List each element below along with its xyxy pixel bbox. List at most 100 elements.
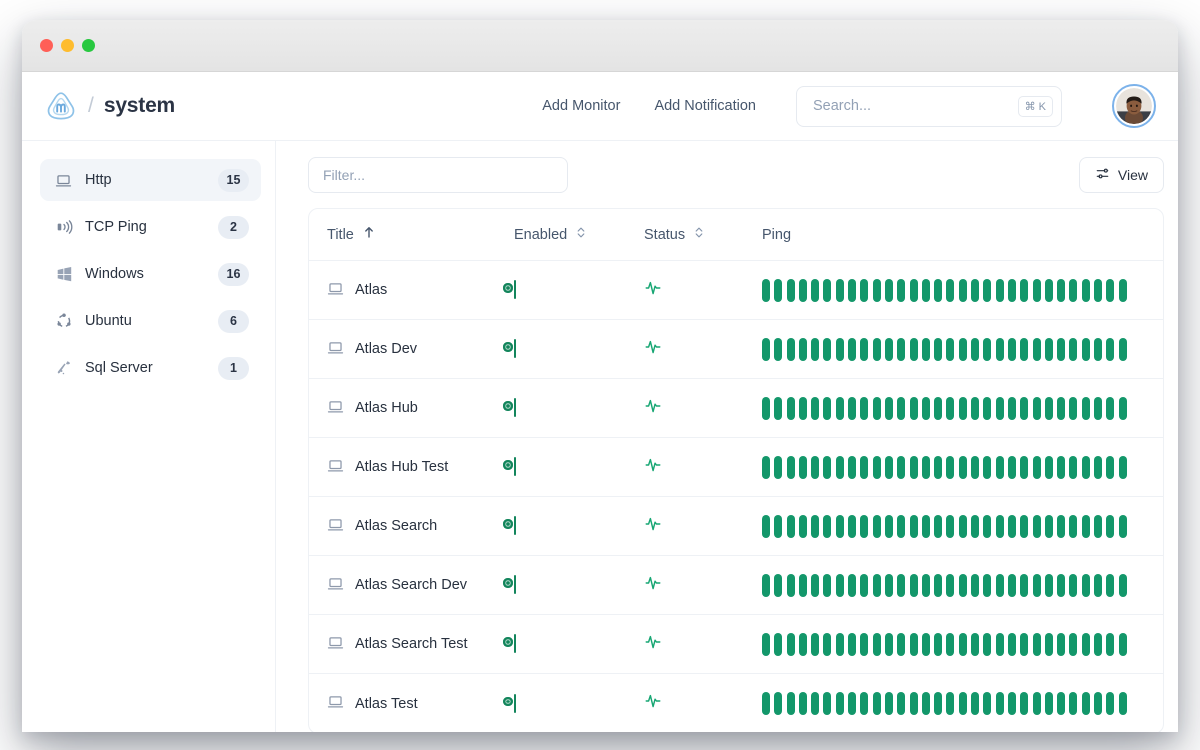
brand[interactable]: / system xyxy=(44,89,175,123)
ping-bar xyxy=(983,574,991,597)
col-header-ping-label: Ping xyxy=(762,227,791,243)
ping-bar xyxy=(1045,515,1053,538)
ping-bar xyxy=(946,692,954,715)
ping-bar xyxy=(1106,338,1114,361)
ping-bar xyxy=(946,279,954,302)
main-content: Filter... View xyxy=(276,141,1178,732)
close-button[interactable] xyxy=(40,39,53,52)
col-header-title[interactable]: Title xyxy=(309,226,514,243)
ping-bar xyxy=(885,397,893,420)
ping-bar xyxy=(823,574,831,597)
enabled-toggle[interactable] xyxy=(514,634,516,653)
sidebar-item-tcp-ping[interactable]: TCP Ping 2 xyxy=(40,206,261,248)
broadcast-icon xyxy=(54,218,73,237)
ping-bar xyxy=(1094,279,1102,302)
ping-bar xyxy=(1008,279,1016,302)
status-pulse-icon xyxy=(644,338,762,361)
ping-bar xyxy=(1008,692,1016,715)
ping-bar xyxy=(1057,456,1065,479)
ping-bar xyxy=(860,338,868,361)
ping-bar xyxy=(1020,574,1028,597)
table-row[interactable]: Atlas Search Dev xyxy=(309,556,1163,615)
sidebar-item-ubuntu[interactable]: Ubuntu 6 xyxy=(40,300,261,342)
cell-enabled xyxy=(514,695,644,713)
cell-enabled xyxy=(514,340,644,358)
ping-bar xyxy=(1106,574,1114,597)
ping-bar xyxy=(1094,338,1102,361)
col-header-status-label: Status xyxy=(644,227,685,243)
enabled-toggle[interactable] xyxy=(514,457,516,476)
enabled-toggle[interactable] xyxy=(514,694,516,713)
filter-input[interactable]: Filter... xyxy=(308,157,568,193)
ping-bar xyxy=(885,515,893,538)
ping-bar xyxy=(799,397,807,420)
ping-bar xyxy=(762,633,770,656)
ping-bar xyxy=(1057,338,1065,361)
table-row[interactable]: Atlas Hub xyxy=(309,379,1163,438)
col-header-status[interactable]: Status xyxy=(644,226,762,243)
ping-bar xyxy=(1033,279,1041,302)
view-button-label: View xyxy=(1118,167,1148,183)
page-title: system xyxy=(104,94,175,118)
ping-bar xyxy=(971,633,979,656)
col-header-ping: Ping xyxy=(762,227,1163,243)
cell-status xyxy=(644,397,762,420)
sidebar-item-http[interactable]: Http 15 xyxy=(40,159,261,201)
enabled-toggle[interactable] xyxy=(514,575,516,594)
nav-add-monitor[interactable]: Add Monitor xyxy=(542,98,620,114)
maximize-button[interactable] xyxy=(82,39,95,52)
ping-bar xyxy=(959,692,967,715)
search-shortcut-badge: ⌘ K xyxy=(1018,96,1053,117)
ping-bar xyxy=(983,279,991,302)
enabled-toggle[interactable] xyxy=(514,339,516,358)
col-header-enabled[interactable]: Enabled xyxy=(514,226,644,243)
nav-add-notification[interactable]: Add Notification xyxy=(654,98,756,114)
ping-bar xyxy=(762,456,770,479)
sidebar-item-sql-server[interactable]: Sql Server 1 xyxy=(40,347,261,389)
avatar[interactable] xyxy=(1112,84,1156,128)
enabled-toggle[interactable] xyxy=(514,280,516,299)
ping-bar xyxy=(1119,515,1127,538)
ping-bar xyxy=(1045,692,1053,715)
sidebar-item-windows[interactable]: Windows 16 xyxy=(40,253,261,295)
ping-bar xyxy=(1094,574,1102,597)
ping-bar xyxy=(811,397,819,420)
ping-bar xyxy=(774,515,782,538)
ping-bar xyxy=(848,397,856,420)
table-row[interactable]: Atlas Test xyxy=(309,674,1163,732)
ping-bar xyxy=(787,397,795,420)
enabled-toggle[interactable] xyxy=(514,516,516,535)
cell-ping xyxy=(762,515,1163,538)
table-row[interactable]: Atlas Search Test xyxy=(309,615,1163,674)
ping-bar xyxy=(1057,397,1065,420)
ping-bar xyxy=(762,574,770,597)
ping-bar xyxy=(959,633,967,656)
ping-bar xyxy=(787,456,795,479)
ping-bar xyxy=(873,515,881,538)
ping-bar xyxy=(848,574,856,597)
table-row[interactable]: Atlas Dev xyxy=(309,320,1163,379)
ping-bar xyxy=(1106,515,1114,538)
view-button[interactable]: View xyxy=(1079,157,1164,193)
ping-bar xyxy=(910,692,918,715)
ping-bar xyxy=(799,633,807,656)
minimize-button[interactable] xyxy=(61,39,74,52)
enabled-toggle[interactable] xyxy=(514,398,516,417)
ping-bar xyxy=(1008,338,1016,361)
ping-bar xyxy=(922,574,930,597)
cell-status xyxy=(644,633,762,656)
ping-bar xyxy=(934,338,942,361)
ping-bar xyxy=(1057,279,1065,302)
ping-bar xyxy=(787,515,795,538)
search-input[interactable]: Search... ⌘ K xyxy=(796,86,1062,127)
ping-bar xyxy=(1106,456,1114,479)
table-row[interactable]: Atlas xyxy=(309,261,1163,320)
ping-bar xyxy=(811,279,819,302)
ping-bar xyxy=(774,456,782,479)
table-row[interactable]: Atlas Hub Test xyxy=(309,438,1163,497)
ping-bar xyxy=(946,515,954,538)
status-pulse-icon xyxy=(644,633,762,656)
table-row[interactable]: Atlas Search xyxy=(309,497,1163,556)
ping-bar xyxy=(996,279,1004,302)
ping-bar xyxy=(897,397,905,420)
